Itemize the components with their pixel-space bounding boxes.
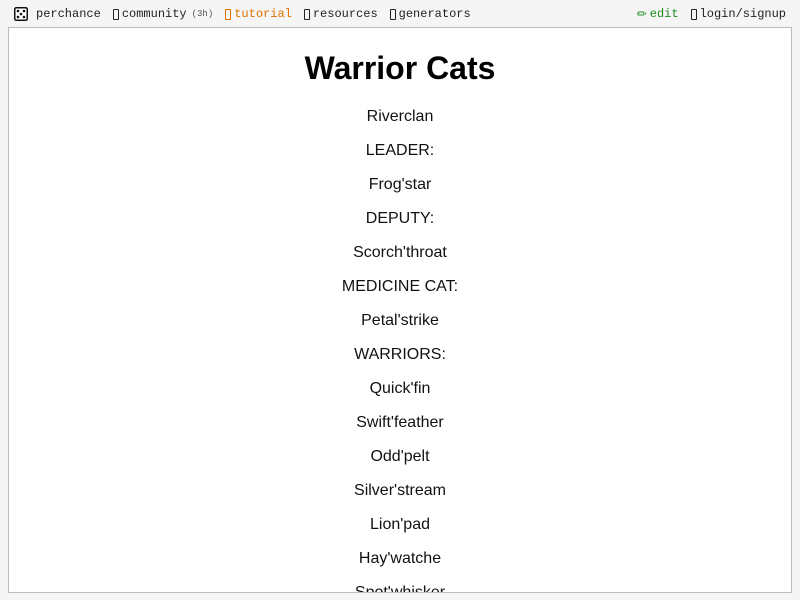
output-line: Frog'star: [368, 176, 432, 193]
output-line: Spot'whisker: [354, 584, 446, 593]
nav-right-group: ✏ edit login/signup: [625, 0, 786, 28]
community-label: community: [121, 7, 187, 21]
output-line: Silver'stream: [354, 482, 446, 499]
login-link[interactable]: login/signup: [690, 7, 786, 21]
output-line: DEPUTY:: [365, 210, 435, 227]
output-lines: Riverclan LEADER: Frog'star DEPUTY: Scor…: [9, 100, 791, 593]
generators-link[interactable]: generators: [389, 7, 471, 21]
output-line: Riverclan: [366, 108, 434, 125]
output-line: LEADER:: [365, 142, 435, 159]
pencil-icon: ✏: [636, 7, 647, 21]
output-line: MEDICINE CAT:: [341, 278, 459, 295]
generators-label: generators: [398, 7, 471, 21]
output-line: Quick'fin: [369, 380, 431, 397]
brand-link[interactable]: perchance: [14, 7, 101, 21]
user-icon: [690, 8, 697, 20]
edit-link[interactable]: ✏ edit: [637, 7, 679, 21]
output-line: Scorch'throat: [353, 244, 447, 261]
generator-output-frame: Warrior Cats Riverclan LEADER: Frog'star…: [8, 27, 792, 593]
generator-icon: [389, 8, 396, 20]
resources-link[interactable]: resources: [303, 7, 378, 21]
community-badge: (3h): [191, 9, 214, 19]
login-label: login/signup: [699, 7, 786, 21]
folder-icon: [303, 8, 310, 20]
output-line: Petal'strike: [361, 312, 439, 329]
output-line: Swift'feather: [356, 414, 444, 431]
resources-label: resources: [312, 7, 378, 21]
output-line: Odd'pelt: [370, 448, 430, 465]
community-link[interactable]: community (3h): [112, 7, 214, 21]
page-title: Warrior Cats: [304, 50, 496, 86]
book-icon: [225, 8, 232, 20]
dice-icon: [14, 7, 28, 21]
output-line: Lion'pad: [370, 516, 430, 533]
edit-label: edit: [649, 7, 679, 21]
brand-label: perchance: [36, 7, 101, 21]
nav-left-group: perchance community (3h) tutorial resour…: [14, 0, 483, 28]
output-line: Hay'watche: [358, 550, 442, 567]
top-navigation-bar: perchance community (3h) tutorial resour…: [0, 0, 800, 28]
tutorial-link[interactable]: tutorial: [225, 7, 292, 21]
output-line: WARRIORS:: [354, 346, 446, 363]
tutorial-label: tutorial: [234, 7, 292, 21]
chat-icon: [112, 8, 119, 20]
